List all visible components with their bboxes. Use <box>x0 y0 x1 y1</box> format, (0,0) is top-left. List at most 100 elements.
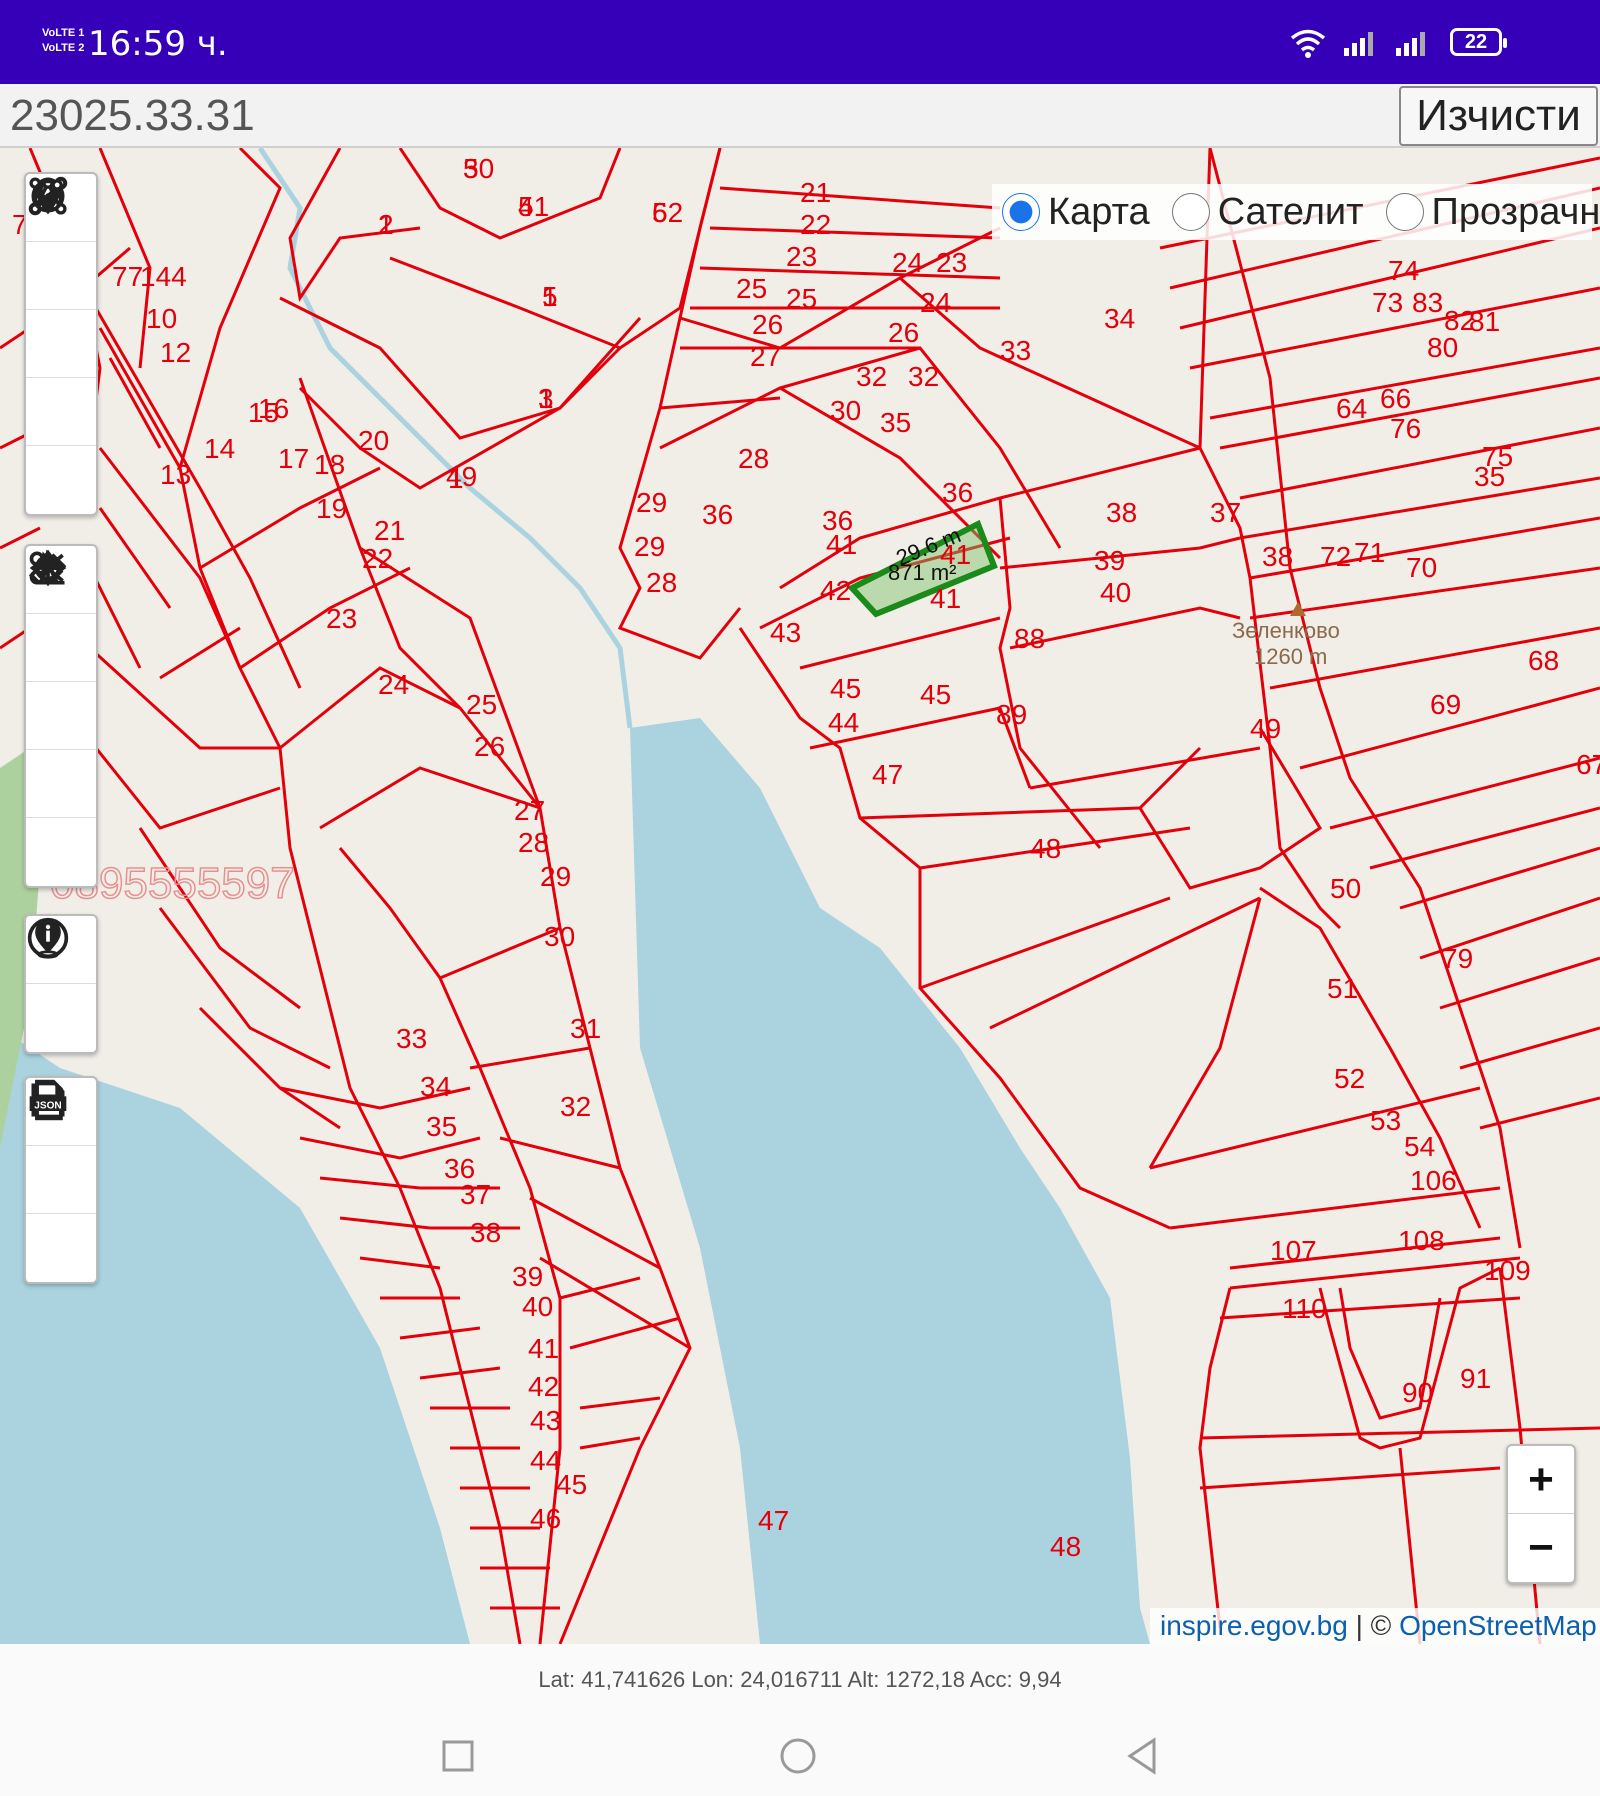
cadastral-map[interactable]: 29.6 m 871 m² Зеленково 1260 m 089555559… <box>0 148 1600 1644</box>
parcel-number-label: 40 <box>522 1291 553 1322</box>
peak-name: Зеленково <box>1232 618 1340 643</box>
android-nav-bar <box>0 1716 1600 1796</box>
signal-2-icon <box>1396 32 1425 56</box>
layer-radio-satellite[interactable] <box>1171 193 1210 231</box>
parcel-number-label: 45 <box>556 1469 587 1500</box>
inspire-link[interactable]: inspire.egov.bg <box>1160 1610 1348 1641</box>
parcel-number-label: 42 <box>528 1371 559 1402</box>
parcel-number-label: 91 <box>1460 1363 1491 1394</box>
circle-icon <box>31 179 65 213</box>
parcel-number-label: 24 <box>892 247 923 278</box>
parcel-number-label: 24 <box>378 669 409 700</box>
parcel-number-label: 48 <box>1030 833 1061 864</box>
parcel-number-label: 25 <box>466 689 497 720</box>
svg-text:JSON: JSON <box>34 1100 61 1111</box>
cut-tool[interactable] <box>26 551 96 750</box>
line-tool[interactable] <box>26 176 96 310</box>
parcel-number-label: 12 <box>160 337 191 368</box>
parcel-number-label: 51 <box>518 191 549 222</box>
parcel-number-label: 69 <box>1430 689 1461 720</box>
parcel-number-label: 32 <box>908 361 939 392</box>
layer-radio-transparent[interactable] <box>1385 193 1424 231</box>
home-icon[interactable] <box>778 1736 818 1776</box>
parcel-number-label: 44 <box>828 707 859 738</box>
parcel-number-label: 66 <box>1380 383 1411 414</box>
location-info-tool[interactable] <box>26 919 96 1052</box>
parcel-number-label: 26 <box>888 317 919 348</box>
parcel-number-label: 144 <box>140 261 187 292</box>
parcel-number-label: 29 <box>540 861 571 892</box>
parcel-number-label: 54 <box>1404 1131 1435 1162</box>
parcel-number-label: 80 <box>1427 332 1458 363</box>
zoom-in-button[interactable]: + <box>1508 1446 1574 1514</box>
parcel-number-label: 25 <box>736 273 767 304</box>
rectangle-tool[interactable] <box>26 177 96 378</box>
parcel-number-label: 39 <box>1094 545 1125 576</box>
layer-radio-map[interactable] <box>1002 193 1040 231</box>
rotate-tool[interactable] <box>26 549 96 886</box>
parcel-number-label: 41 <box>826 529 857 560</box>
erase-tool[interactable] <box>26 553 96 818</box>
circle-tool[interactable] <box>26 179 96 514</box>
clear-button[interactable]: Изчисти <box>1399 86 1598 146</box>
parcel-number-label: 109 <box>1484 1255 1531 1286</box>
rotate-icon <box>34 549 62 582</box>
parcel-number-label: 16 <box>258 393 289 424</box>
parcel-number-label: 10 <box>146 303 177 334</box>
layer-label-satellite: Сателит <box>1217 190 1364 233</box>
parcel-number-label: 33 <box>396 1023 427 1054</box>
volte-1-label: VoLTE 1 <box>42 27 85 39</box>
layer-label-transparent: Прозрачно <box>1431 190 1600 233</box>
zoom-out-button[interactable]: − <box>1508 1514 1574 1582</box>
parcel-number-label: 48 <box>1050 1531 1081 1562</box>
parcel-search-input[interactable] <box>4 88 1394 144</box>
layer-option-map[interactable]: Карта <box>992 191 1150 234</box>
parcel-number-label: 73 <box>1372 287 1403 318</box>
parcel-number-label: 79 <box>1442 943 1473 974</box>
parcel-number-label: 107 <box>1270 1235 1317 1266</box>
recent-apps-icon[interactable] <box>438 1736 478 1776</box>
json-file-icon: JSON <box>29 1079 67 1121</box>
parcel-number-label: 40 <box>1100 577 1131 608</box>
openstreetmap-link[interactable]: OpenStreetMap <box>1399 1610 1597 1641</box>
volte-indicator: VoLTE 1 VoLTE 2 <box>42 26 84 56</box>
parcel-number-label: 18 <box>314 449 345 480</box>
parcel-number-label: 42 <box>820 575 851 606</box>
parcel-number-label: 49 <box>1250 713 1281 744</box>
parcel-number-label: 38 <box>1262 541 1293 572</box>
parcel-number-label: 39 <box>512 1261 543 1292</box>
status-icons <box>1290 28 1430 58</box>
layer-option-satellite[interactable]: Сателит <box>1162 191 1364 234</box>
lake-main <box>630 718 1150 1644</box>
parcel-number-label: 37 <box>460 1179 491 1210</box>
parcel-number-label: 29 <box>636 487 667 518</box>
parcel-number-label: 13 <box>160 459 191 490</box>
edit-toolbar <box>24 544 98 888</box>
parcel-number-label: 29 <box>634 531 665 562</box>
parcel-number-label: 25 <box>786 283 817 314</box>
parcel-number-label: 46 <box>530 1503 561 1534</box>
parcel-number-label: 21 <box>800 177 831 208</box>
parcel-number-label: 89 <box>996 699 1027 730</box>
export-shp-tool[interactable]: SHP <box>26 1079 96 1214</box>
parcel-number-label: 47 <box>758 1505 789 1536</box>
polygon-tool[interactable] <box>26 177 96 446</box>
map-canvas[interactable]: 29.6 m 871 m² Зеленково 1260 m 089555559… <box>0 148 1600 1644</box>
export-json-tool[interactable]: JSON <box>26 1079 96 1282</box>
parcel-number-label: 90 <box>1402 1377 1433 1408</box>
parcel-number-label: 23 <box>936 247 967 278</box>
parcel-number-label: 71 <box>1354 537 1385 568</box>
layer-option-transparent[interactable]: Прозрачно <box>1376 191 1600 234</box>
parcel-number-label: 22 <box>800 209 831 240</box>
peak-elevation: 1260 m <box>1254 644 1327 669</box>
back-icon[interactable] <box>1122 1736 1162 1776</box>
river <box>257 148 633 729</box>
parcel-number-label: 30 <box>830 395 861 426</box>
parcel-number-label: 24 <box>920 287 951 318</box>
parcel-number-label: 32 <box>560 1091 591 1122</box>
parcel-number-label: 28 <box>646 567 677 598</box>
move-tool[interactable] <box>26 549 96 682</box>
parcel-number-label: 74 <box>1388 255 1419 286</box>
parcel-number-label: 37 <box>1210 497 1241 528</box>
parcel-number-label: 36 <box>702 499 733 530</box>
